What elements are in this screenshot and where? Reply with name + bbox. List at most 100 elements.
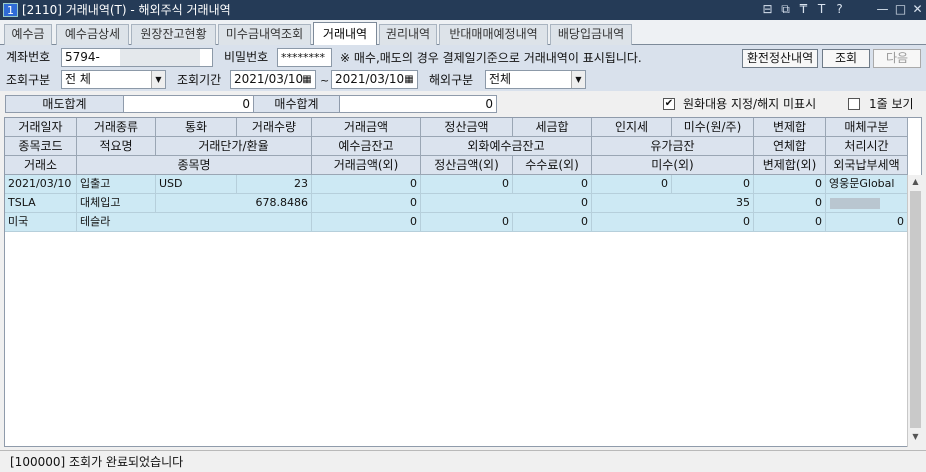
header-trade-date[interactable]: 거래일자 [5, 118, 77, 137]
cell-settle-amount-fx[interactable]: 0 [421, 213, 513, 232]
transaction-grid: 거래일자 거래종류 통화 거래수량 거래금액 정산금액 세금합 인지세 미수(원… [4, 117, 922, 447]
header-securities-balance[interactable]: 유가금잔 [592, 137, 754, 156]
cell-deposit-balance[interactable]: 0 [312, 194, 421, 213]
cell-fee-fx[interactable]: 0 [513, 213, 592, 232]
overseas-type-label: 해외구분 [429, 73, 474, 87]
header-trade-qty[interactable]: 거래수량 [237, 118, 312, 137]
close-icon[interactable]: ✕ [910, 2, 925, 17]
cell-unit-price-rate[interactable]: 678.8486 [156, 194, 312, 213]
header-settle-amount[interactable]: 정산금액 [421, 118, 513, 137]
font-size-icon[interactable]: T [814, 2, 829, 17]
cell-exchange[interactable]: 미국 [5, 213, 77, 232]
one-row-label: 1줄 보기 [869, 97, 914, 111]
cell-unpaid[interactable]: 0 [672, 175, 754, 194]
header-tax-total[interactable]: 세금합 [513, 118, 592, 137]
cell-trade-type[interactable]: 입출고 [77, 175, 156, 194]
krw-substitute-checkbox[interactable]: ✔ [663, 98, 675, 110]
cell-currency[interactable]: USD [156, 175, 237, 194]
maximize-icon[interactable]: □ [893, 2, 908, 17]
cell-trade-qty[interactable]: 23 [237, 175, 312, 194]
cell-securities-balance[interactable]: 35 [592, 194, 754, 213]
scroll-down-icon[interactable]: ▼ [908, 430, 923, 444]
cell-media-type[interactable]: 영웅문Global [826, 175, 908, 194]
header-repay-total[interactable]: 변제합 [754, 118, 826, 137]
exchange-settle-button[interactable]: 환전정산내역 [742, 49, 818, 68]
header-unit-price-rate[interactable]: 거래단가/환율 [156, 137, 312, 156]
account-label: 계좌번호 [6, 50, 51, 64]
header-stamp-tax[interactable]: 인지세 [592, 118, 672, 137]
buy-total-value: 0 [339, 95, 497, 113]
summary-bar: 매도합계 0 매수합계 0 ✔ 원화대용 지정/해지 미표시 1줄 보기 [0, 91, 926, 117]
cell-overdue-total[interactable]: 0 [754, 194, 826, 213]
cell-trade-date[interactable]: 2021/03/10 [5, 175, 77, 194]
buy-total-label: 매수합계 [253, 95, 340, 113]
query-type-select[interactable]: 전 체 ▼ [61, 70, 166, 89]
overseas-type-select[interactable]: 전체 ▼ [485, 70, 586, 89]
password-input[interactable]: ******** [277, 48, 332, 67]
tab-unpaid-history[interactable]: 미수금내역조회 [218, 24, 311, 45]
calendar-icon[interactable]: ▦ [300, 72, 314, 87]
screen-list-icon[interactable]: ⊟ [760, 2, 775, 17]
header-exchange[interactable]: 거래소 [5, 156, 77, 175]
query-form: 계좌번호 5794- 비밀번호 ******** ※ 매수,매도의 경우 결제일… [0, 45, 926, 91]
tab-deposit-detail[interactable]: 예수금상세 [56, 24, 129, 45]
tab-ledger-balance[interactable]: 원장잔고현황 [131, 24, 216, 45]
header-settle-amount-fx[interactable]: 정산금액(외) [421, 156, 513, 175]
cell-settle-amount[interactable]: 0 [421, 175, 513, 194]
header-fee-fx[interactable]: 수수료(외) [513, 156, 592, 175]
tab-dividend[interactable]: 배당입금내역 [550, 24, 632, 45]
cell-process-time[interactable] [826, 194, 908, 213]
duplicate-window-icon[interactable]: ⧉ [778, 2, 793, 17]
tab-counter-trade[interactable]: 반대매매예정내역 [439, 24, 548, 45]
minimize-icon[interactable]: — [875, 2, 890, 17]
redacted-area [830, 198, 880, 209]
cell-memo[interactable]: 대체입고 [77, 194, 156, 213]
next-button[interactable]: 다음 [873, 49, 921, 68]
cell-stock-name[interactable]: 테슬라 [77, 213, 312, 232]
header-unpaid-fx[interactable]: 미수(외) [592, 156, 754, 175]
account-masked-area [120, 49, 200, 66]
header-overdue-total[interactable]: 연체합 [754, 137, 826, 156]
header-trade-amount-fx[interactable]: 거래금액(외) [312, 156, 421, 175]
calendar-icon[interactable]: ▦ [402, 72, 416, 87]
status-message: [100000] 조회가 완료되었습니다 [10, 455, 184, 469]
header-memo[interactable]: 적요명 [77, 137, 156, 156]
header-repay-total-fx[interactable]: 변제합(외) [754, 156, 826, 175]
vertical-scrollbar[interactable]: ▲ ▼ [907, 175, 923, 447]
query-type-value: 전 체 [65, 72, 91, 86]
tab-deposit[interactable]: 예수금 [4, 24, 52, 45]
cell-foreign-tax[interactable]: 0 [826, 213, 908, 232]
header-trade-amount[interactable]: 거래금액 [312, 118, 421, 137]
query-button[interactable]: 조회 [822, 49, 870, 68]
scroll-thumb[interactable] [910, 191, 921, 428]
header-currency[interactable]: 통화 [156, 118, 237, 137]
date-to-input[interactable]: 2021/03/10 ▦ [331, 70, 418, 89]
pin-icon[interactable]: ₸ [796, 2, 811, 17]
cell-repay-total-fx[interactable]: 0 [754, 213, 826, 232]
cell-stamp-tax[interactable]: 0 [592, 175, 672, 194]
cell-trade-amount-fx[interactable]: 0 [312, 213, 421, 232]
cell-repay-total[interactable]: 0 [754, 175, 826, 194]
header-deposit-balance[interactable]: 예수금잔고 [312, 137, 421, 156]
cell-unpaid-fx[interactable]: 0 [592, 213, 754, 232]
tab-transaction-history[interactable]: 거래내역 [313, 22, 377, 46]
cell-tax-total[interactable]: 0 [513, 175, 592, 194]
header-fx-deposit-balance[interactable]: 외화예수금잔고 [421, 137, 592, 156]
cell-trade-amount[interactable]: 0 [312, 175, 421, 194]
header-stock-code[interactable]: 종목코드 [5, 137, 77, 156]
header-unpaid[interactable]: 미수(원/주) [672, 118, 754, 137]
one-row-checkbox[interactable] [848, 98, 860, 110]
header-trade-type[interactable]: 거래종류 [77, 118, 156, 137]
overseas-type-value: 전체 [489, 72, 512, 86]
tab-rights-history[interactable]: 권리내역 [379, 24, 437, 45]
cell-fx-deposit-balance[interactable]: 0 [421, 194, 592, 213]
status-bar: [100000] 조회가 완료되었습니다 [0, 450, 926, 472]
help-icon[interactable]: ? [832, 2, 847, 17]
header-media-type[interactable]: 매체구분 [826, 118, 908, 137]
date-from-input[interactable]: 2021/03/10 ▦ [230, 70, 316, 89]
header-foreign-tax[interactable]: 외국납부세액 [826, 156, 908, 175]
cell-stock-code[interactable]: TSLA [5, 194, 77, 213]
header-stock-name[interactable]: 종목명 [77, 156, 312, 175]
scroll-up-icon[interactable]: ▲ [908, 175, 923, 189]
header-process-time[interactable]: 처리시간 [826, 137, 908, 156]
